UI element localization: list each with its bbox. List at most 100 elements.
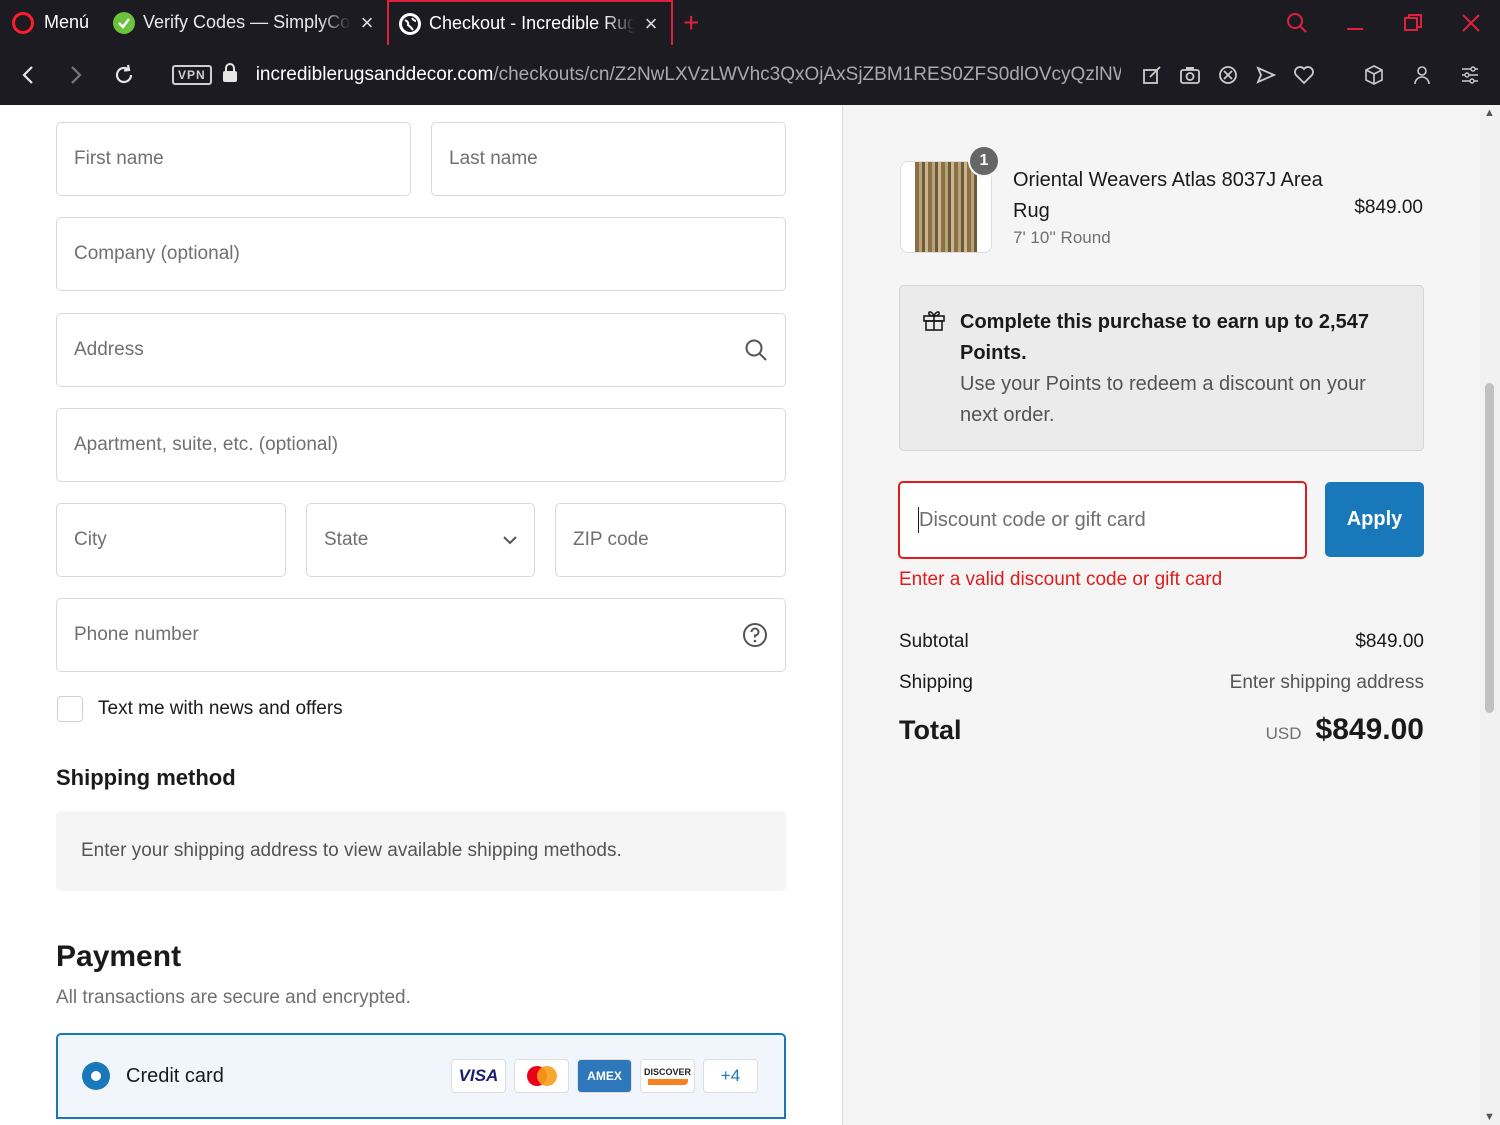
tab-title: Verify Codes — SimplyCodes [143, 12, 351, 32]
more-cards-badge[interactable]: +4 [703, 1059, 758, 1093]
opera-logo-icon [12, 11, 34, 34]
reload-icon[interactable] [100, 64, 148, 86]
sms-optin-checkbox[interactable] [57, 696, 83, 722]
adblock-icon[interactable] [1209, 65, 1247, 85]
edit-share-icon[interactable] [1133, 65, 1171, 85]
discount-code-placeholder: Discount code or gift card [919, 508, 1146, 531]
loyalty-points-banner: Complete this purchase to earn up to 2,5… [899, 285, 1424, 451]
menu-label: Menú [44, 12, 90, 32]
total-row: Total USD $849.00 [899, 713, 1424, 747]
sms-optin-label: Text me with news and offers [98, 698, 343, 719]
apartment-placeholder: Apartment, suite, etc. (optional) [74, 434, 339, 455]
address-bar: VPN incrediblerugsanddecor.com/checkouts… [0, 45, 1500, 105]
city-field[interactable]: City [56, 503, 286, 577]
shipping-method-message: Enter your shipping address to view avai… [81, 840, 622, 861]
total-label: Total [899, 715, 962, 745]
state-placeholder: State [324, 529, 369, 550]
rug-image [915, 162, 977, 252]
discount-error-message: Enter a valid discount code or gift card [899, 569, 1223, 590]
tab-verify-codes[interactable]: Verify Codes — SimplyCodes × [103, 0, 387, 45]
payment-subtitle: All transactions are secure and encrypte… [56, 987, 411, 1008]
card-logos: VISA AMEX DISCOVER +4 [451, 1059, 758, 1093]
globe-favicon-icon [399, 12, 422, 35]
apartment-field[interactable]: Apartment, suite, etc. (optional) [56, 408, 786, 482]
shipping-row: Shipping Enter shipping address [899, 672, 1424, 694]
send-icon[interactable] [1247, 65, 1285, 85]
checkout-page: First name Last name Company (optional) … [0, 105, 1480, 1125]
zip-field[interactable]: ZIP code [555, 503, 786, 577]
mastercard-logo-icon [514, 1059, 569, 1093]
gift-icon [923, 311, 945, 331]
window-controls [1268, 0, 1500, 45]
address-bar-actions [1133, 65, 1323, 85]
search-tabs-icon[interactable] [1268, 12, 1326, 34]
shipping-value: Enter shipping address [1229, 672, 1424, 693]
last-name-placeholder: Last name [449, 148, 538, 169]
discover-logo-text: DISCOVER [643, 1067, 691, 1077]
help-circle-icon[interactable] [742, 622, 768, 648]
restore-icon[interactable] [1384, 13, 1442, 32]
phone-field[interactable]: Phone number [56, 598, 786, 672]
browser-tab-bar: Menú Verify Codes — SimplyCodes × Checko… [0, 0, 1500, 45]
visa-logo-icon: VISA [451, 1059, 506, 1093]
subtotal-value: $849.00 [1355, 631, 1424, 652]
first-name-placeholder: First name [74, 148, 164, 169]
shipping-label: Shipping [899, 672, 973, 693]
scrollbar-thumb[interactable] [1485, 383, 1494, 713]
product-variant: 7' 10'' Round [1013, 228, 1111, 247]
phone-placeholder: Phone number [74, 624, 199, 645]
easy-setup-icon[interactable] [1446, 66, 1494, 84]
opera-menu-button[interactable]: Menú [0, 0, 103, 45]
profile-icon[interactable] [1398, 65, 1446, 85]
page-scrollbar[interactable]: ▲ ▼ [1480, 105, 1500, 1125]
state-select[interactable]: State [306, 503, 535, 577]
shipping-method-heading: Shipping method [56, 765, 236, 790]
tab-title: Checkout - Incredible Rugs and Decor [429, 13, 636, 33]
credit-card-option[interactable]: Credit card VISA AMEX DISCOVER +4 [56, 1033, 786, 1119]
tab-checkout[interactable]: Checkout - Incredible Rugs and Decor × [387, 0, 674, 45]
extensions-cube-icon[interactable] [1350, 65, 1398, 85]
zip-placeholder: ZIP code [573, 529, 649, 550]
apply-button[interactable]: Apply [1325, 482, 1424, 557]
subtotal-row: Subtotal $849.00 [899, 631, 1424, 653]
scroll-up-icon[interactable]: ▲ [1484, 107, 1495, 119]
total-value: $849.00 [1315, 713, 1424, 746]
url-field[interactable]: incrediblerugsanddecor.com/checkouts/cn/… [256, 64, 1121, 86]
close-tab-icon[interactable]: × [357, 11, 377, 34]
credit-card-radio[interactable] [82, 1062, 110, 1090]
last-name-field[interactable]: Last name [431, 122, 786, 196]
forward-icon[interactable] [52, 65, 100, 85]
lock-icon[interactable] [222, 62, 238, 88]
search-icon [745, 339, 767, 361]
vpn-badge[interactable]: VPN [172, 65, 212, 85]
discount-code-input[interactable]: Discount code or gift card [898, 481, 1307, 559]
new-tab-icon[interactable]: + [683, 8, 699, 37]
company-field[interactable]: Company (optional) [56, 217, 786, 291]
chevron-down-icon [503, 536, 517, 545]
points-subtitle: Use your Points to redeem a discount on … [960, 373, 1366, 426]
order-summary-column: 1 Oriental Weavers Atlas 8037J Area Rug … [842, 105, 1480, 1125]
close-window-icon[interactable] [1442, 13, 1500, 32]
back-icon[interactable] [4, 65, 52, 85]
address-field[interactable]: Address [56, 313, 786, 387]
credit-card-label: Credit card [126, 1064, 224, 1087]
minimize-icon[interactable] [1326, 14, 1384, 32]
amex-logo-icon: AMEX [577, 1059, 632, 1093]
city-placeholder: City [74, 529, 107, 550]
subtotal-label: Subtotal [899, 631, 969, 652]
company-placeholder: Company (optional) [74, 243, 240, 264]
product-name: Oriental Weavers Atlas 8037J Area Rug [1013, 169, 1323, 222]
checkout-form-column: First name Last name Company (optional) … [0, 105, 842, 1125]
shipping-method-notice: Enter your shipping address to view avai… [56, 811, 786, 891]
payment-heading: Payment [56, 940, 182, 973]
snapshot-camera-icon[interactable] [1171, 65, 1209, 85]
url-path: /checkouts/cn/Z2NwLXVzLWVhc3QxOjAxSjZBM1… [493, 64, 1121, 85]
scroll-down-icon[interactable]: ▼ [1484, 1111, 1495, 1123]
heart-icon[interactable] [1285, 65, 1323, 85]
total-amount: USD $849.00 [1266, 713, 1424, 747]
close-tab-icon[interactable]: × [641, 12, 661, 35]
total-currency: USD [1265, 724, 1302, 743]
quantity-badge: 1 [968, 145, 1000, 177]
discover-logo-icon: DISCOVER [640, 1059, 695, 1093]
first-name-field[interactable]: First name [56, 122, 411, 196]
